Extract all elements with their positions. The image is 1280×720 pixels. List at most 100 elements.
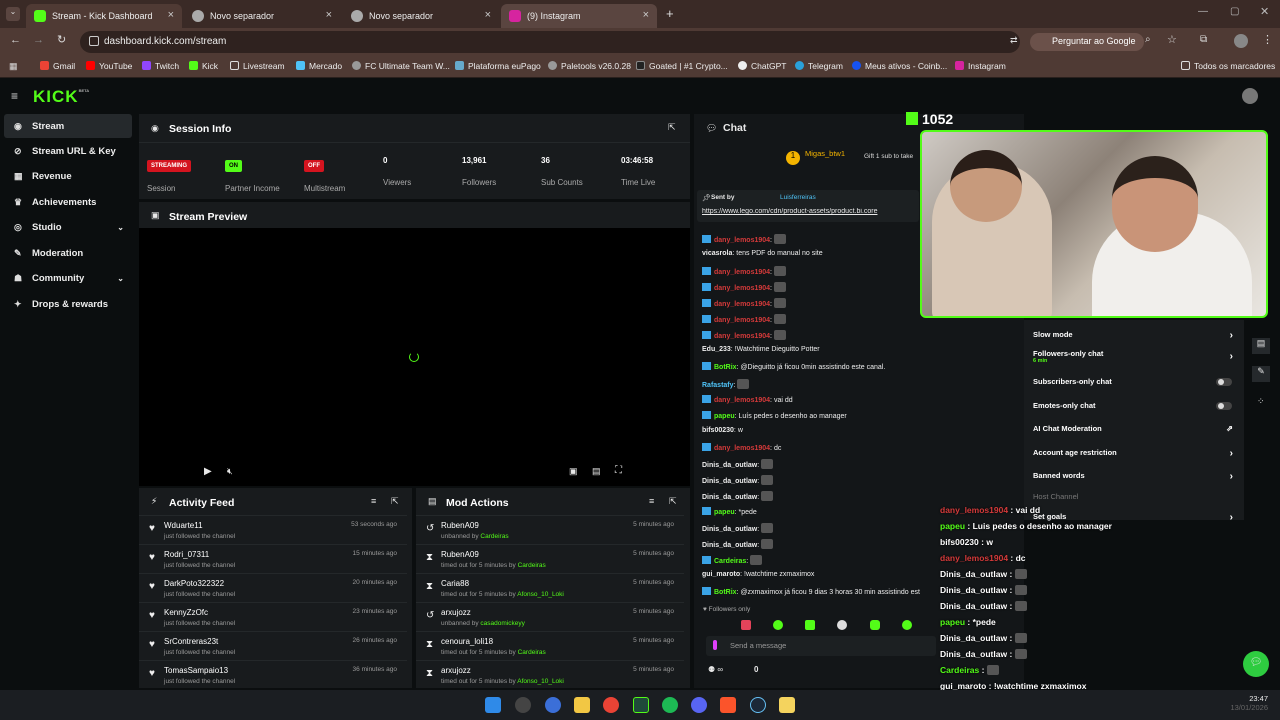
windows-start-icon[interactable]: [485, 697, 501, 713]
menu-subscribers-only[interactable]: Subscribers-only chat: [1033, 377, 1112, 386]
sidebar-item-revenue[interactable]: ▦ Revenue: [4, 164, 132, 188]
menu-kebab-icon[interactable]: ⋮: [1262, 33, 1273, 46]
bookmark-eupago[interactable]: Plataforma euPago: [455, 61, 541, 71]
bookmark-fc-ultimate[interactable]: FC Ultimate Team W...: [352, 61, 450, 71]
chat-username[interactable]: Cardeiras: [714, 558, 746, 565]
bookmark-chatgpt[interactable]: ChatGPT: [738, 61, 786, 71]
wrench-icon[interactable]: ✎: [1252, 366, 1270, 382]
sidebar-item-stream[interactable]: ◉ Stream: [4, 114, 132, 138]
bookmark-youtube[interactable]: YouTube: [86, 61, 132, 71]
chat-username[interactable]: dany_lemos1904: [714, 445, 770, 452]
emote-icon[interactable]: [773, 620, 783, 630]
user-avatar[interactable]: [1242, 88, 1258, 104]
maximize-button[interactable]: ▢: [1230, 6, 1239, 17]
chat-username[interactable]: Rafastafy: [702, 382, 734, 389]
chrome-icon[interactable]: [603, 697, 619, 713]
emote-icon[interactable]: [805, 620, 815, 630]
all-bookmarks[interactable]: Todos os marcadores: [1181, 61, 1275, 71]
sidebar-item-studio[interactable]: ◎ Studio ⌄: [4, 215, 132, 239]
emote-icon[interactable]: [902, 620, 912, 630]
dots-icon[interactable]: ⁘: [1257, 396, 1265, 407]
url-input[interactable]: dashboard.kick.com/stream: [80, 31, 1020, 53]
chat-username[interactable]: papeu: [714, 509, 735, 516]
site-info-icon[interactable]: [89, 36, 99, 46]
chat-username[interactable]: Dinis_da_outlaw: [702, 542, 757, 549]
close-tab-icon[interactable]: ×: [643, 9, 649, 21]
chat-username[interactable]: Dinis_da_outlaw: [702, 526, 757, 533]
steam-icon[interactable]: [750, 697, 766, 713]
menu-account-age[interactable]: Account age restriction ›: [1033, 448, 1233, 459]
filter-icon[interactable]: ≡: [649, 496, 654, 506]
chat-input[interactable]: Send a message: [706, 636, 936, 656]
bookmark-coinbase[interactable]: Meus ativos - Coinb...: [852, 61, 947, 71]
emote-icon[interactable]: [870, 620, 880, 630]
pinned-message[interactable]: 📌︎ Sent by Luisferreiras https://www.leg…: [697, 190, 919, 222]
translate-icon[interactable]: ⇄: [1010, 35, 1018, 46]
chat-username[interactable]: gui_maroto: [702, 571, 740, 578]
chat-username[interactable]: papeu: [714, 413, 735, 420]
popout-icon[interactable]: ⇱: [668, 122, 676, 133]
tab-instagram[interactable]: (9) Instagram ×: [501, 4, 657, 28]
popout-icon[interactable]: ⇱: [669, 496, 677, 507]
kick-app-icon[interactable]: [633, 697, 649, 713]
sidebar-item-achievements[interactable]: ♛ Achievements: [4, 190, 132, 214]
apps-grid-icon[interactable]: ▦: [9, 61, 18, 72]
chat-username[interactable]: dany_lemos1904: [714, 269, 770, 276]
bookmark-livestream[interactable]: Livestream: [230, 61, 285, 71]
popout-icon[interactable]: ⇱: [391, 496, 399, 507]
bookmark-telegram[interactable]: Telegram: [795, 61, 843, 71]
menu-host-channel[interactable]: Host Channel: [1033, 492, 1078, 501]
chat-username[interactable]: dany_lemos1904: [714, 397, 770, 404]
bookmark-paletools[interactable]: Paletools v26.0.28: [548, 61, 631, 71]
search-icon[interactable]: [515, 697, 531, 713]
forward-icon[interactable]: →: [33, 34, 44, 46]
filter-icon[interactable]: ≡: [371, 496, 376, 506]
bookmark-gmail[interactable]: Gmail: [40, 61, 75, 71]
theater-icon[interactable]: ▤: [592, 466, 601, 477]
minimize-button[interactable]: —: [1198, 6, 1208, 17]
list-icon[interactable]: ▤: [1252, 338, 1270, 354]
sidebar-item-drops[interactable]: ✦ Drops & rewards: [4, 292, 132, 316]
emote-icon[interactable]: [837, 620, 847, 630]
zoom-icon[interactable]: ⌕: [1145, 34, 1151, 45]
menu-emotes-only[interactable]: Emotes-only chat: [1033, 401, 1096, 410]
menu-followers-only[interactable]: Followers-only chat 6 min ›: [1033, 349, 1233, 364]
tab-novo-separador-1[interactable]: Novo separador ×: [184, 4, 340, 28]
chat-username[interactable]: dany_lemos1904: [714, 317, 770, 324]
bookmark-star-icon[interactable]: ☆: [1167, 33, 1177, 46]
brave-icon[interactable]: [720, 697, 736, 713]
menu-slow-mode[interactable]: Slow mode ›: [1033, 330, 1233, 341]
close-tab-icon[interactable]: ×: [326, 9, 332, 21]
pip-icon[interactable]: ▣: [569, 466, 578, 477]
chat-username[interactable]: dany_lemos1904: [714, 237, 770, 244]
emote-icon[interactable]: [741, 620, 751, 630]
notes-icon[interactable]: [779, 697, 795, 713]
tab-search-button[interactable]: ⌄: [6, 7, 20, 21]
chat-username[interactable]: Dinis_da_outlaw: [702, 462, 757, 469]
widgets-icon[interactable]: [545, 697, 561, 713]
bookmark-instagram[interactable]: Instagram: [955, 61, 1006, 71]
sidebar-item-community[interactable]: ☗ Community ⌄: [4, 266, 132, 290]
chat-username[interactable]: dany_lemos1904: [714, 301, 770, 308]
bookmark-goated[interactable]: Goated | #1 Crypto...: [636, 61, 728, 71]
back-icon[interactable]: ←: [10, 34, 21, 46]
sidebar-item-stream-url[interactable]: ⊘ Stream URL & Key: [4, 139, 132, 163]
chat-username[interactable]: BotRix: [714, 589, 737, 596]
close-tab-icon[interactable]: ×: [485, 9, 491, 21]
reload-icon[interactable]: ↻: [57, 33, 66, 46]
discord-icon[interactable]: [691, 697, 707, 713]
close-tab-icon[interactable]: ×: [168, 9, 174, 21]
chat-username[interactable]: vicasrola: [702, 250, 732, 257]
sidebar-item-moderation[interactable]: ✎ Moderation: [4, 241, 132, 265]
menu-ai-moderation[interactable]: AI Chat Moderation ⇗: [1033, 424, 1233, 433]
spotify-icon[interactable]: [662, 697, 678, 713]
fullscreen-icon[interactable]: ⛶: [615, 465, 622, 476]
bookmark-mercado[interactable]: Mercado: [296, 61, 342, 71]
hamburger-menu-icon[interactable]: ≡: [11, 89, 18, 103]
kick-logo[interactable]: KICKBETA: [33, 87, 89, 107]
profile-avatar[interactable]: [1234, 34, 1248, 48]
subscribers-only-toggle[interactable]: [1216, 378, 1232, 386]
bookmark-twitch[interactable]: Twitch: [142, 61, 179, 71]
chat-username[interactable]: Edu_233: [702, 346, 731, 353]
chat-fab-button[interactable]: 💬︎: [1243, 651, 1269, 677]
